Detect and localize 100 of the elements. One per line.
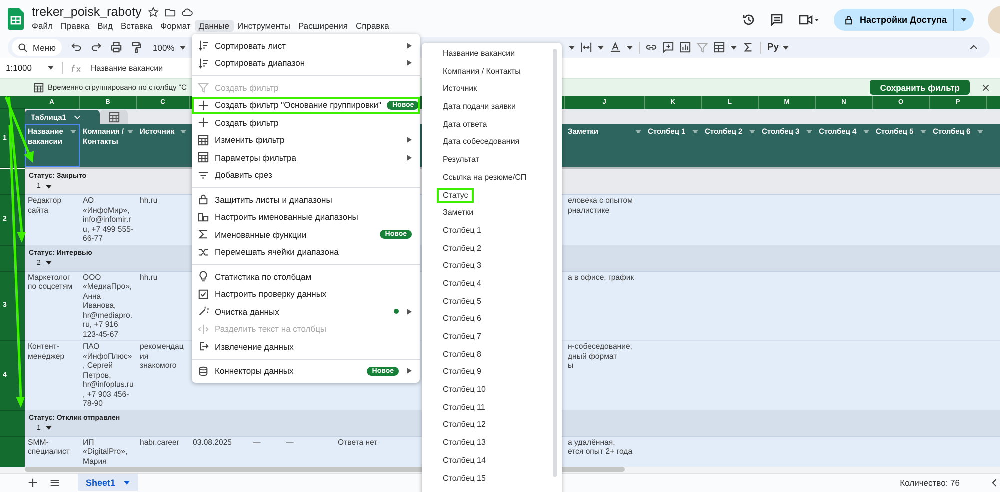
submenu-item[interactable]: Результат [439,154,484,166]
history-icon[interactable] [742,13,756,27]
redo-icon[interactable] [91,42,102,53]
menu-item[interactable]: Добавить срез [192,166,420,184]
menu-item[interactable]: Сортировать диапазон [192,54,420,72]
menu-item[interactable]: Настроить проверку данных [192,286,420,303]
filter-icon[interactable] [127,130,134,134]
submenu-item[interactable]: Столбец 4 [439,278,486,290]
undo-icon[interactable] [71,42,82,53]
menu-bar-item[interactable]: Справка [352,20,394,32]
submenu-item[interactable]: Компания / Контакты [439,66,525,78]
caret-icon[interactable] [46,184,52,188]
submenu-item[interactable]: Дата ответа [439,118,492,130]
menu-item[interactable]: Очистка данных [192,303,420,320]
menu-item[interactable]: Статистика по столбцам [192,268,420,286]
menu-item[interactable]: Перемешать ячейки диапазона [192,244,420,261]
save-filter-button[interactable]: Сохранить фильтр [870,80,970,95]
submenu-item[interactable]: Столбец 14 [439,454,490,466]
submenu-item[interactable]: Столбец 13 [439,437,490,449]
filter-icon[interactable] [635,130,642,134]
search-input[interactable]: Меню [33,42,61,52]
filter-icon[interactable] [806,130,813,134]
cloud-icon[interactable] [182,6,193,18]
paint-roller-icon[interactable] [131,42,142,53]
menu-bar-item[interactable]: Инструменты [234,20,295,32]
text-color-icon[interactable] [610,42,622,53]
filter-icon[interactable] [70,130,77,134]
caret-icon[interactable] [627,46,634,50]
menu-bar-item[interactable]: Правка [56,20,94,32]
submenu-item[interactable]: Столбец 3 [439,260,486,272]
table-view-icon[interactable] [714,42,726,53]
menu-item[interactable]: Изменить фильтр [192,132,420,149]
document-title[interactable]: treker_poisk_raboty [32,5,142,19]
plus-icon[interactable] [28,478,38,488]
print-icon[interactable] [111,42,122,53]
caret-icon[interactable] [46,426,52,430]
selection-summary[interactable]: Количество: 76 [900,478,960,488]
chart-icon[interactable] [680,42,692,53]
caret-icon[interactable] [598,46,604,50]
menu-item[interactable]: Защитить листы и диапазоны [192,191,420,208]
menu-item[interactable]: Создать фильтр [192,114,420,132]
menu-item[interactable]: Извлечение данных [192,338,420,356]
search-field[interactable]: Меню [12,39,62,56]
menu-icon[interactable] [50,478,60,488]
merge-cells-icon[interactable] [581,42,592,53]
filter-icon[interactable] [749,130,756,134]
name-box[interactable]: 1:1000 [6,63,40,73]
menu-bar-item[interactable]: Данные [194,20,234,32]
submenu-item[interactable]: Заметки [439,207,478,219]
menu-item[interactable]: Параметры фильтра [192,149,420,166]
menu-bar-item[interactable]: Расширения [294,20,352,32]
filter-icon[interactable] [863,130,870,134]
sheet-tab[interactable]: Sheet1 [78,474,138,491]
caret-icon[interactable] [48,66,54,70]
filter-icon[interactable] [920,130,927,134]
filter-icon[interactable] [692,130,699,134]
submenu-item[interactable]: Столбец 15 [439,472,490,484]
submenu-item[interactable]: Статус [439,190,472,201]
menu-item[interactable]: Настроить именованные диапазоны [192,208,420,226]
submenu-item[interactable]: Столбец 7 [439,331,486,342]
submenu-item[interactable]: Столбец 1 [439,224,486,236]
link-icon[interactable] [646,42,658,53]
input-tools-button[interactable]: Ру [767,42,789,53]
comment-icon[interactable] [770,13,784,27]
search-icon[interactable] [18,42,28,52]
close-icon[interactable] [982,84,990,92]
scrollbar-thumb[interactable] [553,49,557,477]
menu-item[interactable]: Сортировать лист [192,37,420,54]
submenu-item[interactable]: Дата подачи заявки [439,101,520,113]
filter-icon[interactable] [977,130,984,134]
folder-icon[interactable] [164,6,176,18]
submenu-item[interactable]: Столбец 6 [439,313,486,325]
submenu-item[interactable]: Название вакансии [439,48,520,60]
submenu-item[interactable]: Источник [439,83,482,95]
menu-bar-item[interactable]: Вид [94,20,118,32]
submenu-item[interactable]: Столбец 2 [439,242,486,254]
submenu-item[interactable]: Столбец 8 [439,348,486,360]
spreadsheet-logo-icon[interactable] [8,8,24,30]
submenu-item[interactable]: Столбец 5 [439,296,486,308]
submenu-item[interactable]: Столбец 12 [439,419,490,431]
menu-bar-item[interactable]: Файл [28,20,57,32]
caret-icon[interactable] [46,261,52,265]
submenu-item[interactable]: Столбец 11 [439,402,490,414]
chevron-up-icon[interactable] [970,45,978,50]
submenu-item[interactable]: Дата собеседования [439,136,524,148]
caret-icon[interactable] [731,46,738,50]
submenu-item[interactable]: Ссылка на резюме/СП [439,172,531,184]
add-comment-icon[interactable] [663,42,674,53]
caret-icon[interactable] [569,46,576,50]
submenu-item[interactable]: Столбец 9 [439,366,486,378]
formula-input[interactable]: Название вакансии [91,64,164,72]
zoom-select[interactable]: 100% [151,42,188,52]
menu-bar-item[interactable]: Формат [156,20,195,32]
menu-bar-item[interactable]: Вставка [117,20,157,32]
star-icon[interactable] [148,6,159,18]
video-camera-icon[interactable] [798,13,820,27]
submenu-item[interactable]: Столбец 10 [439,384,490,396]
filter-icon[interactable] [180,130,187,134]
sigma-icon[interactable] [743,42,754,53]
table-menu-button[interactable] [100,110,128,124]
